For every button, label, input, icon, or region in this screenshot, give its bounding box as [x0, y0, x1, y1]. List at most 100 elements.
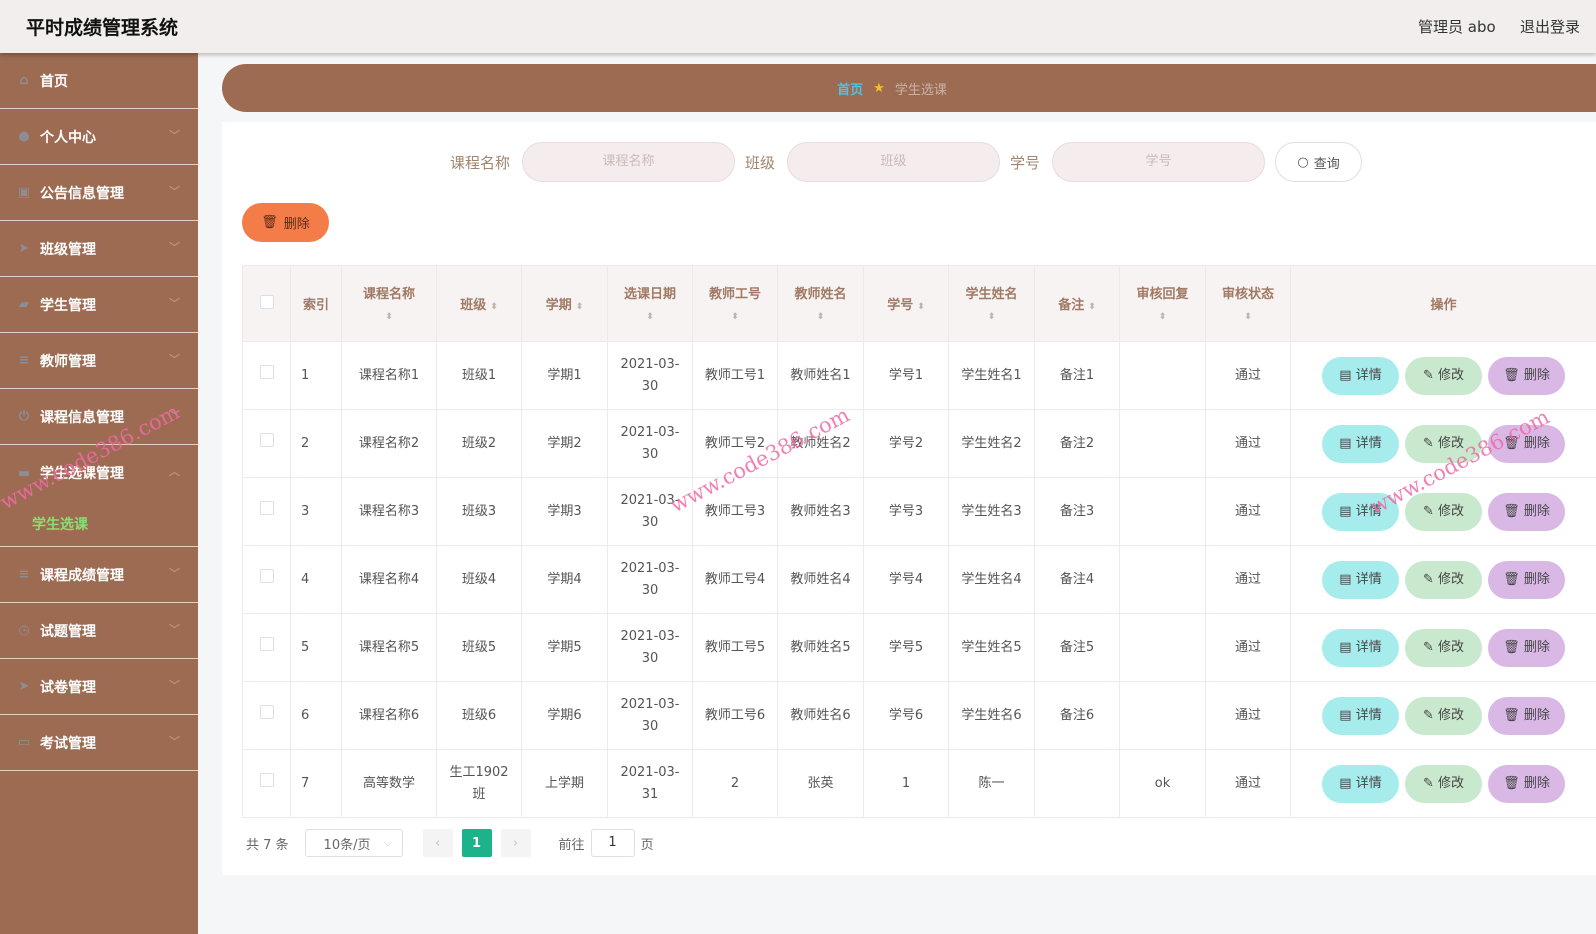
column-header[interactable]: 审核回复 ⬍: [1119, 265, 1206, 342]
prev-page-button[interactable]: ‹: [422, 829, 453, 857]
sort-icon[interactable]: ⬍: [917, 302, 925, 312]
table-cell: 班级1: [436, 341, 522, 410]
column-header[interactable]: 学号 ⬍: [863, 265, 949, 342]
column-header-label: 索引: [302, 298, 329, 313]
table-cell: 教师工号1: [692, 341, 778, 410]
column-header-label: 审核回复: [1136, 287, 1189, 302]
edit-button[interactable]: ✎ 修改: [1405, 696, 1482, 735]
sort-icon[interactable]: ⬍: [1120, 310, 1205, 324]
logout-link[interactable]: 退出登录: [1520, 16, 1580, 37]
batch-delete-button[interactable]: 🗑 删除: [242, 203, 329, 242]
sort-icon[interactable]: ⬍: [608, 310, 692, 324]
edit-button[interactable]: ✎ 修改: [1405, 356, 1482, 395]
column-header[interactable]: 审核状态 ⬍: [1205, 265, 1291, 342]
sidebar-item-label: 公告信息管理: [40, 185, 124, 202]
detail-button[interactable]: ▤ 详情: [1322, 696, 1399, 735]
delete-label: 删除: [1523, 571, 1550, 587]
sort-icon[interactable]: ⬍: [778, 310, 863, 324]
actions-cell: ▤ 详情 ✎ 修改 🗑 删除: [1290, 613, 1596, 682]
column-header-label: 选课日期: [623, 287, 676, 302]
column-header[interactable]: 教师姓名 ⬍: [777, 265, 864, 342]
column-header-label: 备注: [1058, 298, 1085, 313]
column-header[interactable]: 班级 ⬍: [436, 265, 522, 342]
goto-page-input[interactable]: 1: [590, 829, 635, 857]
trash-icon: 🗑: [1503, 571, 1520, 587]
column-header[interactable]: 教师工号 ⬍: [692, 265, 778, 342]
row-checkbox[interactable]: [259, 704, 274, 719]
chevron-down-icon: ﹀: [169, 353, 180, 366]
query-button[interactable]: ○ 查询: [1275, 142, 1363, 182]
row-checkbox[interactable]: [259, 432, 274, 447]
sidebar-subitem[interactable]: 学生选课: [0, 501, 198, 547]
table-cell: 教师姓名6: [777, 681, 864, 750]
table-row: 2 课程名称2 班级2 学期2 2021-03-30 教师工号2 教师姓名2 学号2 学生姓名2…: [242, 409, 1596, 478]
edit-button[interactable]: ✎ 修改: [1405, 764, 1482, 803]
sidebar-item[interactable]: ▰ 学生管理 ﹀: [0, 277, 198, 333]
sidebar-item[interactable]: ≡ 教师管理 ﹀: [0, 333, 198, 389]
class-input[interactable]: 班级: [787, 142, 1001, 182]
sidebar-item[interactable]: ● 个人中心 ﹀: [0, 109, 198, 165]
chevron-down-icon: ﹀: [169, 241, 180, 254]
sort-icon[interactable]: ⬍: [576, 302, 584, 312]
sid-input[interactable]: 学号: [1052, 142, 1266, 182]
table-cell: 教师姓名1: [777, 341, 864, 410]
delete-button[interactable]: 🗑 删除: [1488, 492, 1565, 531]
trash-icon: 🗑: [1503, 639, 1520, 655]
table-cell: 通过: [1205, 613, 1291, 682]
sort-icon[interactable]: ⬍: [1206, 310, 1290, 324]
sort-icon[interactable]: ⬍: [342, 310, 436, 324]
sort-icon[interactable]: ⬍: [949, 310, 1034, 324]
table-cell: 学期4: [521, 545, 608, 614]
sidebar-item[interactable]: ▣ 公告信息管理 ﹀: [0, 165, 198, 221]
detail-button[interactable]: ▤ 详情: [1322, 356, 1399, 395]
column-header[interactable]: 备注 ⬍: [1034, 265, 1120, 342]
page-1-button[interactable]: 1: [461, 829, 492, 857]
sort-icon[interactable]: ⬍: [1088, 302, 1096, 312]
table-cell: 通过: [1205, 749, 1291, 818]
delete-button[interactable]: 🗑 删除: [1488, 356, 1565, 395]
sidebar-item[interactable]: ⌂ 首页: [0, 53, 198, 109]
sidebar-item[interactable]: ▭ 考试管理 ﹀: [0, 715, 198, 771]
table-cell: 备注6: [1034, 681, 1120, 750]
row-checkbox[interactable]: [259, 568, 274, 583]
edit-button[interactable]: ✎ 修改: [1405, 560, 1482, 599]
table-cell: 班级6: [436, 681, 522, 750]
detail-button[interactable]: ▤ 详情: [1322, 560, 1399, 599]
send-icon: ➤: [18, 679, 30, 694]
column-header[interactable]: 学生姓名 ⬍: [948, 265, 1035, 342]
breadcrumb-home[interactable]: 首页: [837, 79, 863, 98]
delete-button[interactable]: 🗑 删除: [1488, 628, 1565, 667]
table-cell: 上学期: [521, 749, 608, 818]
column-header[interactable]: 课程名称 ⬍: [341, 265, 437, 342]
row-checkbox[interactable]: [259, 364, 274, 379]
row-checkbox[interactable]: [259, 500, 274, 515]
chat-icon: ▭: [17, 735, 31, 750]
delete-button[interactable]: 🗑 删除: [1488, 764, 1565, 803]
table-cell: 备注1: [1034, 341, 1120, 410]
column-header-label: 学期: [545, 298, 572, 313]
sidebar-item[interactable]: ≡ 课程成绩管理 ﹀: [0, 547, 198, 603]
sidebar-item[interactable]: ◷ 试题管理 ﹀: [0, 603, 198, 659]
sort-icon[interactable]: ⬍: [693, 310, 777, 324]
list-icon: ≡: [18, 567, 30, 582]
table-cell: 1: [290, 341, 342, 410]
column-header[interactable]: 学期 ⬍: [521, 265, 608, 342]
row-select-cell: [242, 749, 291, 818]
column-header[interactable]: 选课日期 ⬍: [607, 265, 693, 342]
edit-button[interactable]: ✎ 修改: [1405, 628, 1482, 667]
detail-button[interactable]: ▤ 详情: [1322, 764, 1399, 803]
delete-button[interactable]: 🗑 删除: [1488, 696, 1565, 735]
page-size-select[interactable]: 10条/页 ⌵: [304, 829, 403, 857]
row-checkbox[interactable]: [259, 772, 274, 787]
row-checkbox[interactable]: [259, 636, 274, 651]
sidebar-item[interactable]: ➤ 试卷管理 ﹀: [0, 659, 198, 715]
course-input[interactable]: 课程名称: [522, 142, 736, 182]
delete-button[interactable]: 🗑 删除: [1488, 560, 1565, 599]
next-page-button[interactable]: ›: [500, 829, 531, 857]
sidebar-item[interactable]: ➤ 班级管理 ﹀: [0, 221, 198, 277]
sidebar-item-label: 试题管理: [40, 623, 96, 640]
select-all-checkbox[interactable]: [259, 294, 274, 309]
sort-icon[interactable]: ⬍: [490, 302, 498, 312]
detail-button[interactable]: ▤ 详情: [1322, 628, 1399, 667]
detail-button[interactable]: ▤ 详情: [1322, 424, 1399, 463]
